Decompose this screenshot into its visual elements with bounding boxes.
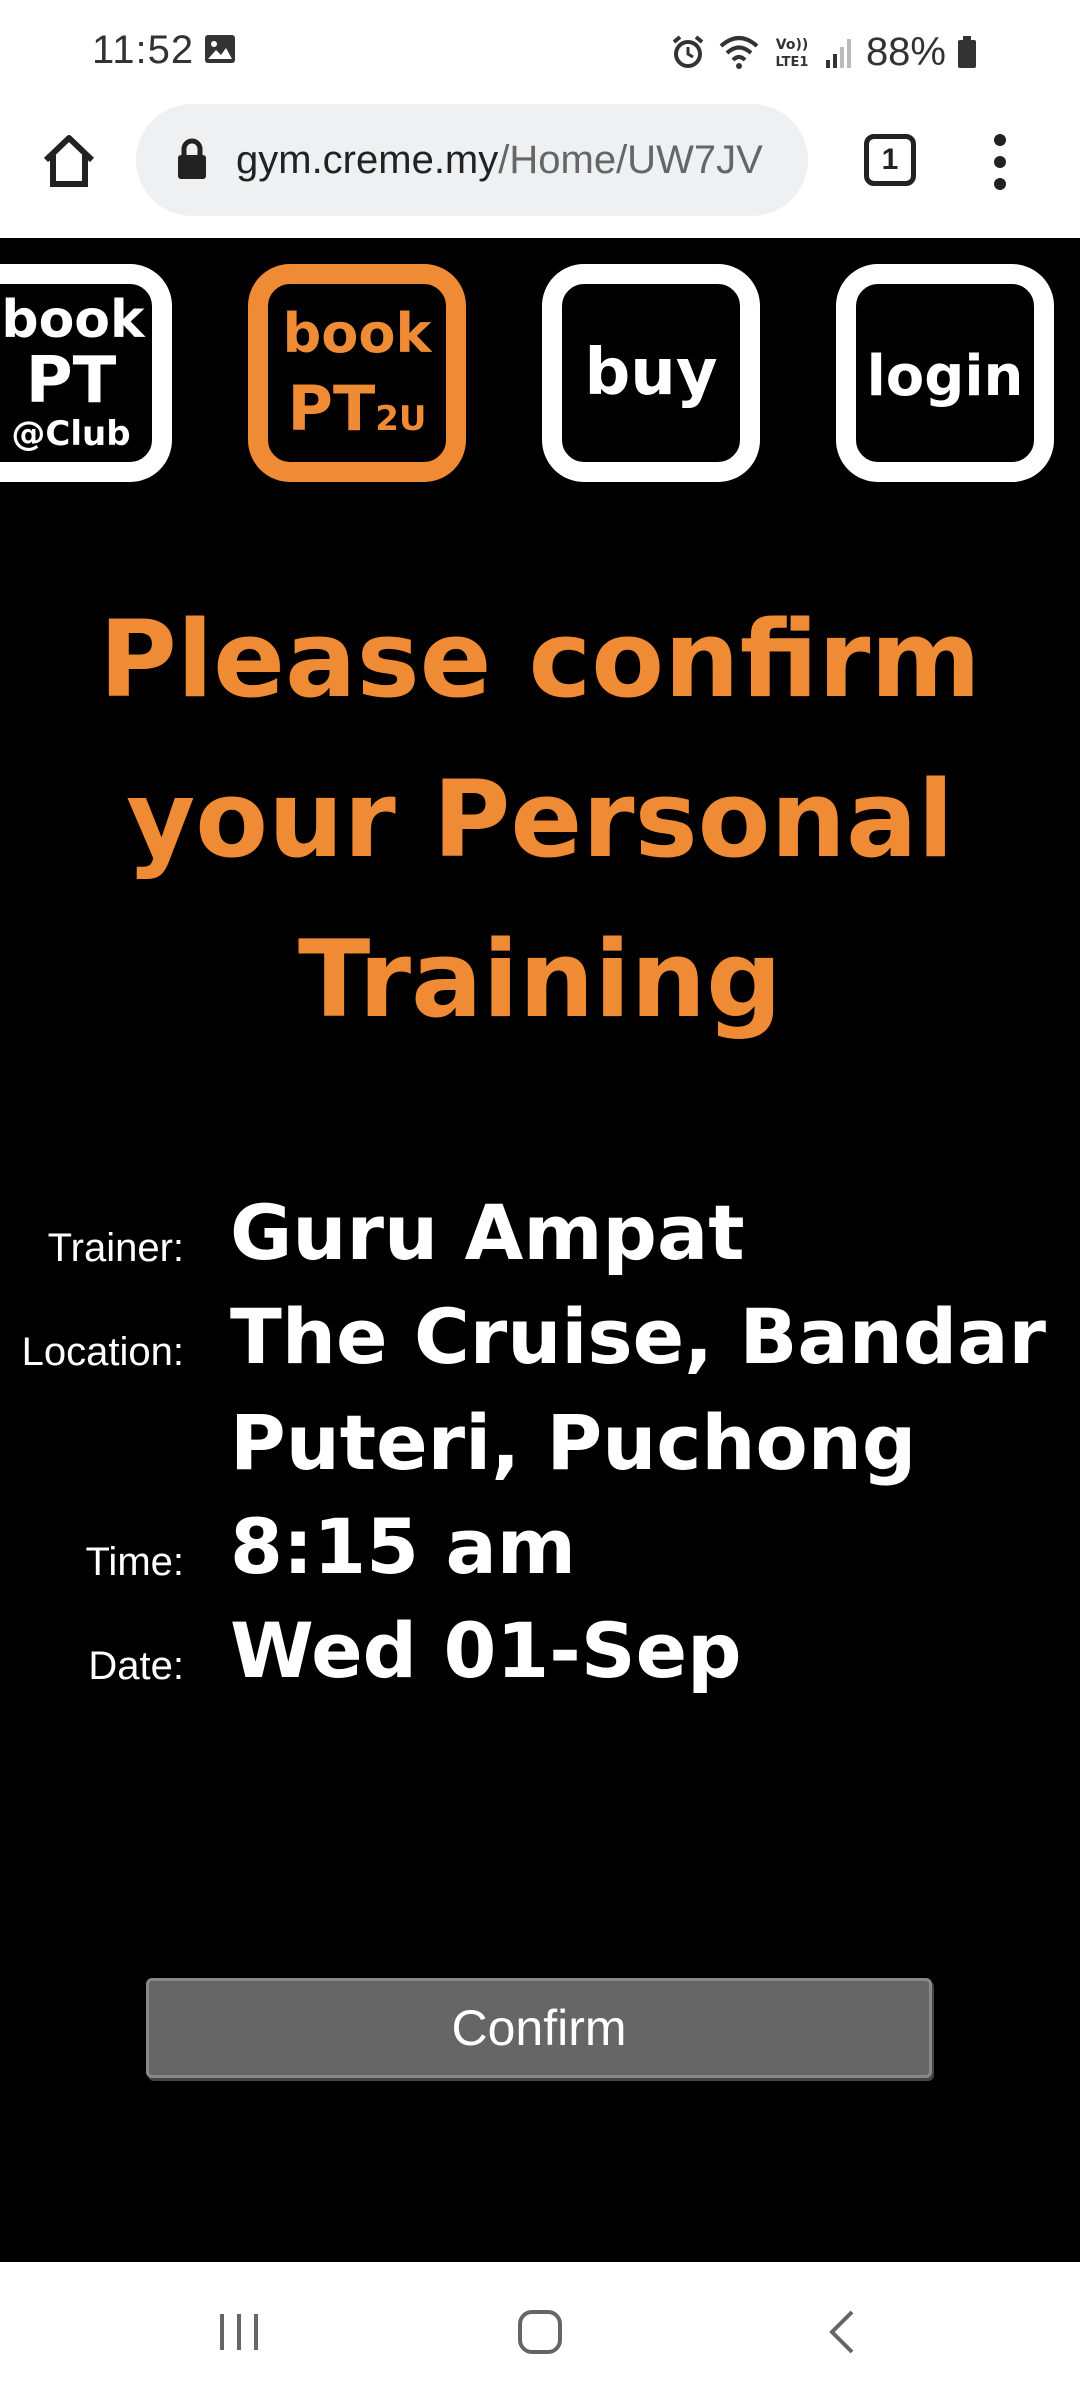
lock-icon: [178, 138, 206, 179]
time-label: Time:: [85, 1540, 184, 1584]
address-bar[interactable]: gym.creme.my/Home/UW7JV: [136, 104, 808, 216]
tab-count: 1: [881, 143, 899, 176]
browser-toolbar: gym.creme.my/Home/UW7JV 1: [0, 104, 1080, 238]
location-label: Location:: [21, 1330, 184, 1374]
url-text: gym.creme.my/Home/UW7JV: [236, 138, 796, 183]
tab-switcher-button[interactable]: 1: [864, 134, 916, 186]
book-pt-club-line3: @Club: [11, 414, 131, 454]
book-pt-2u-sub: 2U: [375, 399, 427, 439]
svg-text:Vo)): Vo)): [776, 37, 808, 53]
book-pt-club-line1: book: [1, 290, 145, 350]
system-nav-bar: [0, 2262, 1080, 2400]
date-value: Wed 01-Sep: [230, 1606, 742, 1695]
book-pt-club-button[interactable]: book PT @Club: [0, 264, 172, 482]
gallery-icon: [205, 35, 235, 63]
buy-label: buy: [584, 336, 718, 410]
system-home-icon[interactable]: [516, 2308, 564, 2356]
book-pt-2u-pt: PT: [287, 372, 376, 445]
home-icon[interactable]: [38, 130, 100, 192]
location-value: The Cruise, Bandar Puteri, Puchong: [230, 1292, 1046, 1487]
status-icons: Vo)) LTE1 88%: [670, 24, 990, 80]
svg-text:LTE1: LTE1: [775, 55, 808, 70]
time-value: 8:15 am: [230, 1502, 576, 1591]
url-domain: gym.creme.my: [236, 138, 499, 182]
book-pt-club-line2: PT: [25, 344, 117, 418]
alarm-icon: [672, 35, 704, 68]
book-pt-2u-button[interactable]: book PT2U: [248, 264, 466, 482]
trainer-value: Guru Ampat: [230, 1188, 745, 1277]
url-path: /Home/UW7JV: [498, 138, 763, 182]
nav-tiles: book PT @Club book PT2U buy login: [0, 264, 1080, 484]
login-label: login: [866, 344, 1024, 409]
signal-icon: [825, 39, 851, 68]
battery-icon: [958, 36, 976, 68]
battery-percent: 88%: [865, 29, 946, 74]
more-menu-icon[interactable]: [990, 132, 1010, 192]
page-title: Please confirm your Personal Training: [99, 598, 981, 1041]
book-pt-2u-line2: PT2U: [268, 372, 446, 445]
book-pt-2u-line1: book: [282, 302, 432, 365]
volte-icon: Vo)) LTE1: [775, 37, 808, 70]
wifi-icon: [719, 36, 759, 69]
status-time: 11:52: [92, 28, 195, 72]
recent-apps-icon[interactable]: [216, 2312, 262, 2352]
date-label: Date:: [88, 1644, 184, 1688]
back-icon[interactable]: [826, 2308, 856, 2356]
status-bar: 11:52 Vo)) LTE1 88%: [0, 0, 1080, 104]
buy-button[interactable]: buy: [542, 264, 760, 482]
trainer-label: Trainer:: [47, 1226, 184, 1270]
login-button[interactable]: login: [836, 264, 1054, 482]
confirm-button[interactable]: Confirm: [146, 1978, 932, 2078]
